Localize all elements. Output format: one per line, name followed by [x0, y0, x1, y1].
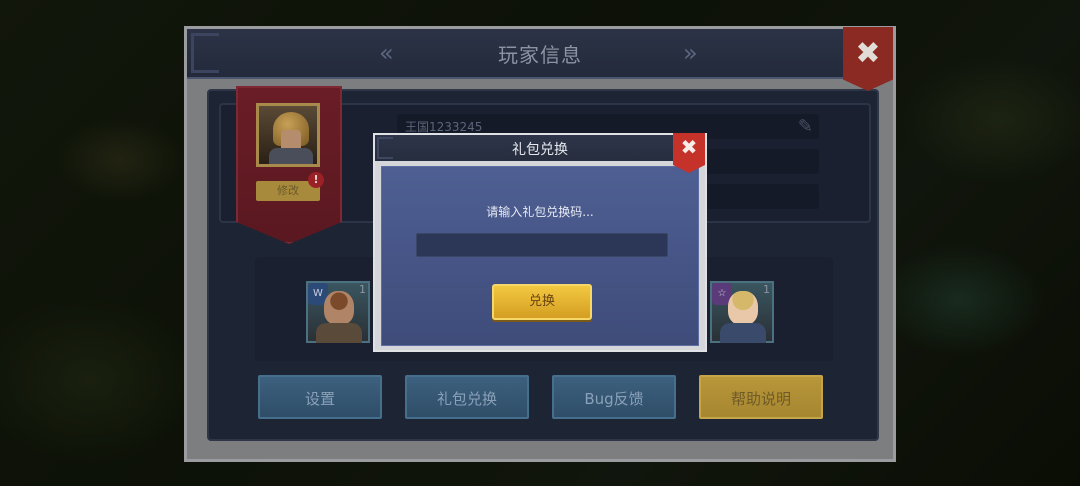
- edit-icon[interactable]: ✎: [798, 116, 813, 137]
- hero-head-graphic: [728, 291, 758, 325]
- dialog-title: 礼包兑换: [512, 142, 568, 158]
- hero-torso-graphic: [316, 323, 362, 343]
- close-icon: ✖: [680, 135, 698, 159]
- dialog-body: 请输入礼包兑换码... 兑换: [381, 166, 699, 346]
- dialog-header: 礼包兑换: [375, 135, 705, 161]
- panel-header: « 玩家信息 »: [187, 29, 893, 79]
- close-dialog-button[interactable]: ✖: [673, 133, 705, 173]
- help-button[interactable]: 帮助说明: [699, 375, 823, 419]
- next-arrow-icon[interactable]: »: [683, 39, 697, 67]
- hero-torso-graphic: [720, 323, 766, 343]
- code-prompt: 请输入礼包兑换码...: [486, 205, 594, 219]
- gift-code-dialog: 礼包兑换 请输入礼包兑换码... 兑换: [373, 133, 707, 352]
- body-graphic: [269, 148, 313, 164]
- redeem-button[interactable]: 兑换: [492, 284, 592, 320]
- hero-head-graphic: [324, 291, 354, 325]
- player-avatar[interactable]: [256, 103, 320, 167]
- hero-slot-2[interactable]: ☆ 1: [710, 281, 774, 343]
- panel-title: 玩家信息: [498, 43, 582, 67]
- bug-feedback-button[interactable]: Bug反馈: [552, 375, 676, 419]
- gift-redeem-button[interactable]: 礼包兑换: [405, 375, 529, 419]
- settings-button[interactable]: 设置: [258, 375, 382, 419]
- gift-code-input[interactable]: [416, 233, 668, 257]
- hero-level: 1: [359, 283, 366, 296]
- close-icon: ✖: [855, 36, 881, 71]
- hero-slot-1[interactable]: W 1: [306, 281, 370, 343]
- close-panel-button[interactable]: ✖: [843, 27, 893, 91]
- hero-level: 1: [763, 283, 770, 296]
- notification-badge: !: [308, 172, 324, 188]
